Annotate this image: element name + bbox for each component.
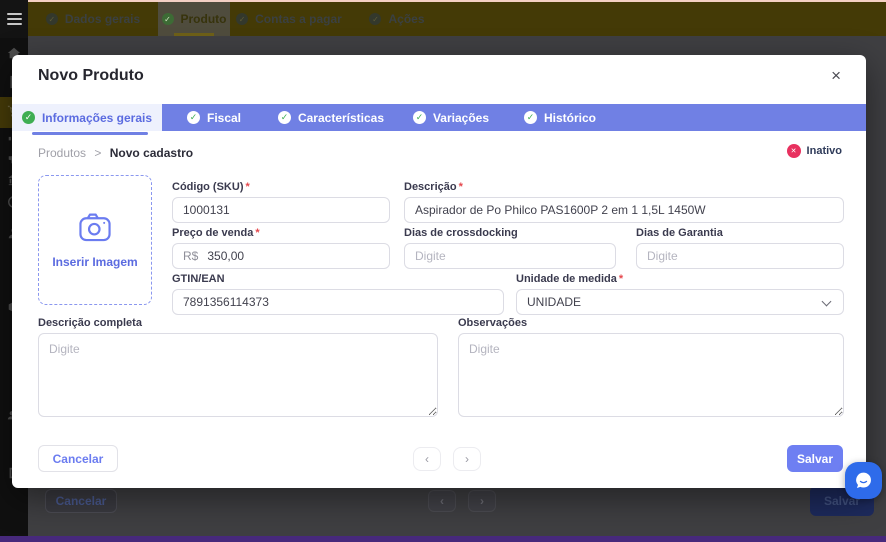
window-top-edge	[0, 0, 886, 2]
background-prev-button[interactable]: ‹	[428, 490, 456, 512]
breadcrumb-current: Novo cadastro	[110, 146, 193, 160]
top-tab-acoes[interactable]: ✓ Ações	[348, 2, 446, 36]
top-tab-label: Dados gerais	[65, 12, 140, 26]
chevron-down-icon	[822, 297, 832, 307]
field-descricao-completa: Descrição completa	[38, 317, 438, 422]
save-button[interactable]: Salvar	[787, 445, 843, 472]
camera-icon	[77, 211, 113, 243]
modal-tab-label: Variações	[433, 111, 489, 125]
modal-tab-fiscal[interactable]: ✓ Fiscal	[162, 104, 266, 131]
field-preco: Preço de venda* R$ 350,00	[172, 227, 390, 269]
observacoes-textarea[interactable]	[458, 333, 844, 417]
check-icon: ✓	[413, 111, 426, 124]
modal-tab-variacoes[interactable]: ✓ Variações	[396, 104, 506, 131]
field-sku: Código (SKU)*	[172, 181, 390, 223]
top-tab-label: Contas a pagar	[255, 12, 342, 26]
modal-tabbar: ✓ Informações gerais ✓ Fiscal ✓ Caracter…	[12, 104, 866, 131]
modal-tab-label: Fiscal	[207, 111, 241, 125]
gtin-input[interactable]	[172, 289, 504, 315]
field-label: Observações	[458, 317, 844, 329]
check-icon: ✓	[162, 13, 174, 25]
prev-page-button[interactable]: ‹	[413, 447, 441, 471]
preco-value: 350,00	[207, 249, 244, 263]
required-asterisk: *	[245, 181, 249, 193]
field-label: Código (SKU)*	[172, 181, 390, 193]
modal-title: Novo Produto	[38, 67, 144, 85]
modal-tab-caracteristicas[interactable]: ✓ Características	[266, 104, 396, 131]
cancel-button[interactable]: Cancelar	[38, 445, 118, 472]
check-icon: ✓	[187, 111, 200, 124]
check-icon: ✓	[22, 111, 35, 124]
status-label: Inativo	[807, 145, 842, 157]
currency-prefix: R$	[183, 249, 198, 263]
check-icon: ✓	[524, 111, 537, 124]
top-tab-label: Ações	[388, 12, 424, 26]
field-crossdocking: Dias de crossdocking	[404, 227, 616, 269]
next-page-button[interactable]: ›	[453, 447, 481, 471]
chat-icon	[853, 470, 874, 491]
status-badge[interactable]: ✕ Inativo	[787, 144, 842, 158]
field-unidade: Unidade de medida* UNIDADE	[516, 273, 844, 315]
background-cancel-button[interactable]: Cancelar	[45, 489, 117, 513]
top-tab-produto[interactable]: ✓ Produto	[158, 2, 230, 36]
close-icon[interactable]: ×	[826, 64, 846, 88]
chat-widget-button[interactable]	[845, 462, 882, 499]
field-gtin: GTIN/EAN	[172, 273, 504, 315]
field-label: Unidade de medida*	[516, 273, 844, 285]
bottom-purple-bar	[0, 536, 886, 542]
field-descricao: Descrição*	[404, 181, 844, 223]
check-icon: ✓	[236, 13, 248, 25]
modal-tab-informacoes-gerais[interactable]: ✓ Informações gerais	[12, 104, 162, 131]
upload-image-dropzone[interactable]: Inserir Imagem	[38, 175, 152, 305]
field-label: Descrição completa	[38, 317, 438, 329]
field-label: Preço de venda*	[172, 227, 390, 239]
field-label: Dias de Garantia	[636, 227, 844, 239]
check-icon: ✓	[278, 111, 291, 124]
modal-tab-label: Histórico	[544, 111, 596, 125]
field-label: GTIN/EAN	[172, 273, 504, 285]
check-icon: ✓	[46, 13, 58, 25]
field-label: Descrição*	[404, 181, 844, 193]
inactive-x-icon: ✕	[787, 144, 801, 158]
background-topbar: ✓ Dados gerais ✓ Produto ✓ Contas a paga…	[28, 2, 886, 36]
check-icon: ✓	[369, 13, 381, 25]
breadcrumb-parent[interactable]: Produtos	[38, 146, 86, 160]
required-asterisk: *	[459, 181, 463, 193]
field-garantia: Dias de Garantia	[636, 227, 844, 269]
preco-input[interactable]: R$ 350,00	[172, 243, 390, 269]
novo-produto-modal: Novo Produto × ✓ Informações gerais ✓ Fi…	[12, 55, 866, 488]
garantia-input[interactable]	[636, 243, 844, 269]
modal-tab-label: Características	[298, 111, 384, 125]
descricao-input[interactable]	[404, 197, 844, 223]
unidade-select[interactable]: UNIDADE	[516, 289, 844, 315]
hamburger-menu-icon[interactable]	[0, 0, 28, 38]
top-tab-contas-a-pagar[interactable]: ✓ Contas a pagar	[230, 2, 348, 36]
background-next-button[interactable]: ›	[468, 490, 496, 512]
modal-tab-historico[interactable]: ✓ Histórico	[506, 104, 614, 131]
unidade-selected-value: UNIDADE	[527, 295, 581, 309]
crossdocking-input[interactable]	[404, 243, 616, 269]
top-tab-label: Produto	[181, 12, 227, 26]
descricao-completa-textarea[interactable]	[38, 333, 438, 417]
modal-tab-label: Informações gerais	[42, 111, 152, 125]
required-asterisk: *	[619, 273, 623, 285]
breadcrumb-separator: >	[94, 146, 101, 160]
upload-image-label: Inserir Imagem	[52, 255, 137, 269]
sku-input[interactable]	[172, 197, 390, 223]
top-tab-dados-gerais[interactable]: ✓ Dados gerais	[28, 2, 158, 36]
field-observacoes: Observações	[458, 317, 844, 422]
required-asterisk: *	[255, 227, 259, 239]
field-label: Dias de crossdocking	[404, 227, 616, 239]
breadcrumb: Produtos > Novo cadastro	[38, 146, 193, 160]
